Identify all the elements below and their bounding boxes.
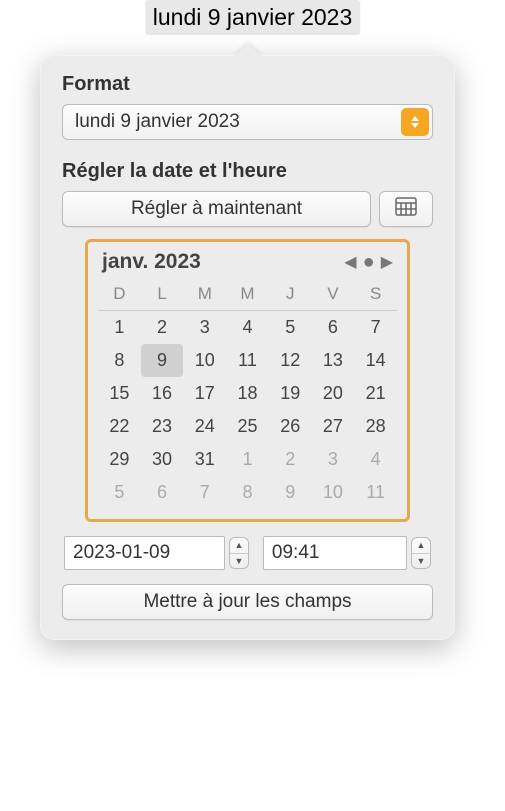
calendar-day[interactable]: 7 [183, 476, 226, 509]
calendar-day[interactable]: 31 [183, 443, 226, 476]
calendar-day[interactable]: 7 [354, 311, 397, 344]
today-dot-icon[interactable]: ● [363, 252, 375, 272]
calendar-day[interactable]: 1 [226, 443, 269, 476]
format-selected-value: lundi 9 janvier 2023 [75, 111, 240, 133]
calendar-day[interactable]: 5 [98, 476, 141, 509]
calendar-day[interactable]: 11 [354, 476, 397, 509]
set-now-button[interactable]: Régler à maintenant [62, 191, 371, 227]
calendar-day[interactable]: 11 [226, 344, 269, 377]
calendar-day[interactable]: 3 [183, 311, 226, 344]
calendar-dow: M [226, 280, 269, 311]
calendar-day[interactable]: 18 [226, 377, 269, 410]
time-stepper[interactable]: ▲ ▼ [411, 537, 431, 569]
datetime-label: Régler la date et l'heure [62, 160, 433, 183]
calendar-day[interactable]: 9 [141, 344, 184, 377]
stepper-up-icon[interactable]: ▲ [412, 538, 430, 554]
prev-month-icon[interactable]: ◀ [344, 252, 356, 272]
calendar-day[interactable]: 22 [98, 410, 141, 443]
calendar-widget: janv. 2023 ◀ ● ▶ DLMMJVS1234567891011121… [85, 239, 410, 522]
selected-date-title: lundi 9 janvier 2023 [145, 0, 360, 35]
calendar-grid: DLMMJVS123456789101112131415161718192021… [98, 280, 397, 509]
calendar-day[interactable]: 3 [312, 443, 355, 476]
calendar-day[interactable]: 30 [141, 443, 184, 476]
calendar-day[interactable]: 10 [312, 476, 355, 509]
calendar-day[interactable]: 6 [141, 476, 184, 509]
calendar-icon [394, 195, 418, 223]
calendar-dow: J [269, 280, 312, 311]
update-fields-button[interactable]: Mettre à jour les champs [62, 584, 433, 620]
format-label: Format [62, 73, 433, 96]
date-stepper[interactable]: ▲ ▼ [229, 537, 249, 569]
calendar-day[interactable]: 26 [269, 410, 312, 443]
calendar-day[interactable]: 8 [226, 476, 269, 509]
stepper-up-icon[interactable]: ▲ [230, 538, 248, 554]
calendar-day[interactable]: 5 [269, 311, 312, 344]
stepper-down-icon[interactable]: ▼ [230, 554, 248, 569]
calendar-day[interactable]: 27 [312, 410, 355, 443]
calendar-day[interactable]: 6 [312, 311, 355, 344]
calendar-day[interactable]: 19 [269, 377, 312, 410]
calendar-day[interactable]: 8 [98, 344, 141, 377]
stepper-down-icon[interactable]: ▼ [412, 554, 430, 569]
calendar-day[interactable]: 29 [98, 443, 141, 476]
next-month-icon[interactable]: ▶ [381, 252, 393, 272]
calendar-day[interactable]: 10 [183, 344, 226, 377]
calendar-day[interactable]: 24 [183, 410, 226, 443]
calendar-day[interactable]: 2 [269, 443, 312, 476]
calendar-day[interactable]: 12 [269, 344, 312, 377]
calendar-toggle-button[interactable] [379, 191, 433, 227]
calendar-dow: V [312, 280, 355, 311]
calendar-day[interactable]: 4 [226, 311, 269, 344]
date-field[interactable]: 2023-01-09 [64, 536, 225, 570]
calendar-day[interactable]: 2 [141, 311, 184, 344]
calendar-day[interactable]: 20 [312, 377, 355, 410]
calendar-day[interactable]: 23 [141, 410, 184, 443]
calendar-month-label: janv. 2023 [102, 250, 201, 274]
calendar-dow: D [98, 280, 141, 311]
calendar-day[interactable]: 1 [98, 311, 141, 344]
calendar-day[interactable]: 16 [141, 377, 184, 410]
format-dropdown[interactable]: lundi 9 janvier 2023 [62, 104, 433, 140]
calendar-day[interactable]: 17 [183, 377, 226, 410]
calendar-day[interactable]: 15 [98, 377, 141, 410]
calendar-day[interactable]: 28 [354, 410, 397, 443]
calendar-day[interactable]: 25 [226, 410, 269, 443]
calendar-day[interactable]: 13 [312, 344, 355, 377]
calendar-dow: M [183, 280, 226, 311]
dropdown-arrows-icon [401, 108, 429, 136]
calendar-day[interactable]: 21 [354, 377, 397, 410]
calendar-day[interactable]: 14 [354, 344, 397, 377]
date-time-popover: Format lundi 9 janvier 2023 Régler la da… [40, 55, 455, 640]
calendar-dow: S [354, 280, 397, 311]
calendar-day[interactable]: 4 [354, 443, 397, 476]
calendar-dow: L [141, 280, 184, 311]
time-field[interactable]: 09:41 [263, 536, 407, 570]
calendar-day[interactable]: 9 [269, 476, 312, 509]
